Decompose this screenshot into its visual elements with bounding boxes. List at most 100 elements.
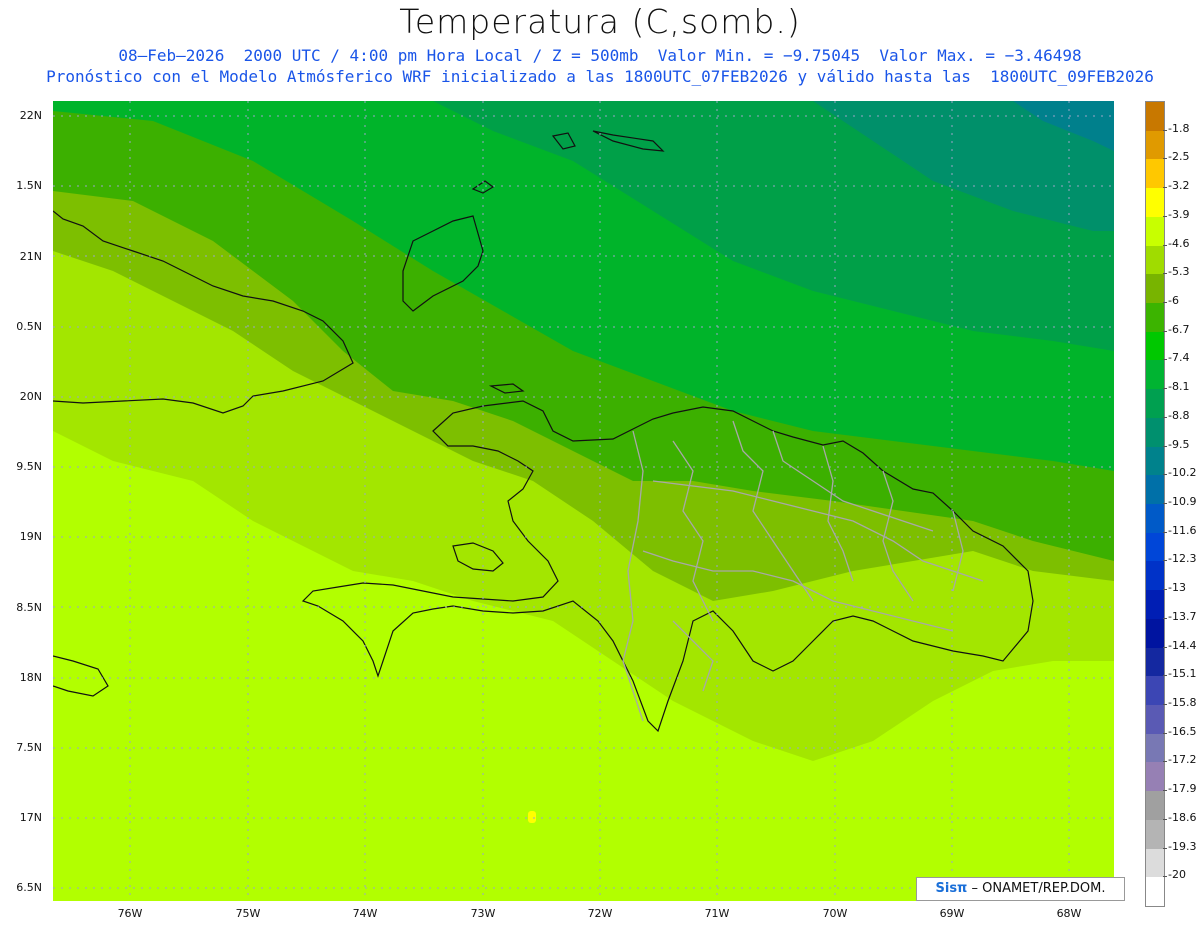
colorbar-segment [1146, 733, 1164, 763]
map-canvas [53, 101, 1114, 901]
lon-label: 75W [235, 907, 261, 920]
colorbar-tick [1163, 704, 1167, 705]
colorbar-label: -4.6 [1168, 236, 1190, 250]
colorbar-label: -7.4 [1168, 351, 1190, 365]
colorbar-label: -8.1 [1168, 380, 1190, 394]
lat-label: 1.5N [16, 179, 42, 192]
colorbar-tick [1163, 531, 1167, 533]
model-info-line: Pronóstico con el Modelo Atmósferico WRF… [46, 67, 1154, 86]
warm-spot [528, 811, 536, 823]
colorbar-label: -16.5 [1168, 724, 1197, 738]
colorbar-segment [1146, 561, 1164, 591]
colorbar-segment [1146, 532, 1164, 562]
lon-label: 73W [470, 907, 496, 920]
lat-label: 9.5N [16, 460, 42, 473]
colorbar-segment [1146, 417, 1164, 448]
colorbar-tick [1163, 129, 1167, 131]
colorbar-label: -6.7 [1168, 322, 1190, 336]
colorbar-label: -12.3 [1168, 552, 1197, 566]
colorbar-label: -19.3 [1168, 839, 1197, 853]
colorbar-label: -11.6 [1168, 523, 1197, 537]
lat-label: 7.5N [16, 741, 42, 754]
colorbar-label: -15.1 [1168, 667, 1197, 681]
colorbar-label: -13 [1168, 581, 1186, 595]
lat-label: 18N [19, 671, 42, 684]
lon-label: 71W [704, 907, 730, 920]
lon-label: 74W [352, 907, 378, 920]
colorbar-label: -2.5 [1168, 150, 1190, 164]
colorbar-label: -3.9 [1168, 207, 1190, 221]
colorbar-tick [1163, 359, 1167, 361]
lon-label: 70W [822, 907, 848, 920]
colorbar-tick [1163, 675, 1167, 677]
colorbar-label: -1.8 [1168, 121, 1190, 135]
colorbar-label: -18.6 [1168, 810, 1197, 824]
colorbar-tick [1163, 302, 1167, 303]
colorbar [1145, 101, 1165, 907]
colorbar-label: -10.2 [1168, 466, 1197, 480]
colorbar-label: -14.4 [1168, 638, 1197, 652]
temperature-map[interactable] [53, 101, 1114, 901]
lon-label: 72W [587, 907, 613, 920]
colorbar-label: -9.5 [1168, 437, 1190, 451]
colorbar-tick [1163, 416, 1167, 418]
colorbar-segment [1146, 130, 1164, 160]
colorbar-segment [1146, 188, 1164, 218]
lat-label: 22N [19, 109, 42, 122]
colorbar-tick [1163, 876, 1167, 878]
lat-label: 0.5N [16, 320, 42, 333]
forecast-info-line: 08–Feb–2026 2000 UTC / 4:00 pm Hora Loca… [118, 46, 1082, 65]
colorbar-segment [1146, 762, 1164, 792]
chart-title: Temperatura (C,somb.) [399, 2, 801, 41]
lat-label: 19N [19, 530, 42, 543]
lat-label: 6.5N [16, 881, 42, 894]
colorbar-tick [1163, 617, 1167, 619]
colorbar-tick [1163, 589, 1167, 591]
colorbar-tick [1163, 244, 1167, 246]
colorbar-tick [1163, 818, 1167, 820]
colorbar-tick [1163, 761, 1167, 763]
colorbar-segment [1146, 389, 1164, 419]
colorbar-segment [1146, 877, 1164, 907]
colorbar-tick [1163, 732, 1167, 734]
colorbar-label: -15.8 [1168, 696, 1197, 709]
colorbar-label: -17.2 [1168, 753, 1197, 767]
colorbar-segment [1146, 647, 1164, 677]
colorbar-tick [1163, 187, 1167, 189]
colorbar-label: -13.7 [1168, 609, 1197, 623]
colorbar-label: -8.8 [1168, 408, 1190, 422]
colorbar-tick [1163, 847, 1167, 849]
colorbar-segment [1146, 848, 1164, 878]
colorbar-label: -20 [1168, 868, 1186, 882]
colorbar-label: -6 [1168, 294, 1179, 307]
lat-label: 21N [19, 250, 42, 263]
colorbar-tick [1163, 646, 1167, 648]
colorbar-segment [1146, 504, 1164, 534]
colorbar-segment [1146, 590, 1164, 620]
lon-label: 69W [939, 907, 965, 920]
colorbar-segment [1146, 446, 1164, 476]
colorbar-label: -17.9 [1168, 782, 1197, 796]
colorbar-segment [1146, 819, 1164, 850]
colorbar-segment [1146, 274, 1164, 304]
colorbar-segment [1146, 331, 1164, 361]
colorbar-segment [1146, 245, 1164, 275]
colorbar-tick [1163, 445, 1167, 447]
sispi-logo: Sisπ [935, 881, 968, 896]
colorbar-segment [1146, 102, 1164, 132]
colorbar-tick [1163, 560, 1167, 562]
colorbar-tick [1163, 330, 1167, 332]
colorbar-segment [1146, 475, 1164, 505]
colorbar-tick [1163, 215, 1167, 217]
colorbar-segment [1146, 618, 1164, 649]
colorbar-tick [1163, 388, 1167, 390]
colorbar-label: -10.9 [1168, 495, 1197, 508]
colorbar-segment [1146, 360, 1164, 390]
colorbar-segment [1146, 705, 1164, 735]
colorbar-segment [1146, 159, 1164, 189]
colorbar-tick [1163, 474, 1167, 476]
lon-label: 68W [1056, 907, 1082, 920]
colorbar-tick [1163, 790, 1167, 792]
lat-label: 17N [19, 811, 42, 824]
colorbar-segment [1146, 791, 1164, 821]
